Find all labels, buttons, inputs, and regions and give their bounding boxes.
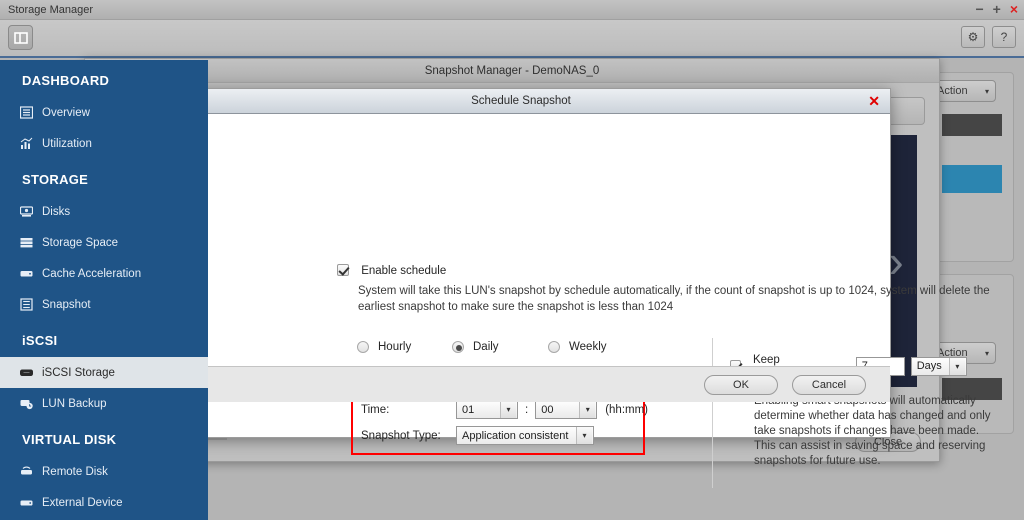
sidebar-item-label: Remote Disk	[42, 466, 108, 478]
snapshot-manager-title: Snapshot Manager - DemoNAS_0	[425, 65, 600, 77]
window-controls: − + ×	[975, 2, 1018, 16]
sidebar-item-label: Overview	[42, 107, 90, 119]
dialog-footer: OK Cancel	[152, 366, 890, 402]
radio-weekly[interactable]: Weekly	[548, 341, 607, 353]
snapshot-icon	[20, 298, 42, 311]
sidebar-section-dashboard: DASHBOARD	[0, 60, 208, 97]
cancel-button[interactable]: Cancel	[792, 375, 866, 395]
sidebar-item-disks[interactable]: Disks	[0, 196, 208, 227]
hourly-label: Hourly	[378, 341, 411, 353]
snapshot-manager-titlebar: Snapshot Manager - DemoNAS_0	[85, 59, 939, 83]
help-icon[interactable]: ?	[992, 26, 1016, 48]
sidebar-item-utilization[interactable]: Utilization	[0, 128, 208, 159]
radio-daily[interactable]: Daily	[452, 341, 548, 353]
iscsi-icon	[20, 366, 42, 379]
os-titlebar: Storage Manager − + ×	[0, 0, 1024, 20]
sidebar-item-label: LUN Backup	[42, 398, 107, 410]
external-device-icon	[20, 496, 42, 509]
chevron-down-icon: ▾	[500, 401, 516, 418]
chevron-down-icon: ▾	[949, 358, 965, 375]
sidebar: DASHBOARD Overview Utilization STORAGE Disks…	[0, 60, 208, 520]
schedule-snapshot-dialog: Schedule Snapshot ✕ Enable schedule Syst…	[151, 88, 891, 438]
sidebar-item-cache-acceleration[interactable]: Cache Acceleration	[0, 258, 208, 289]
disk-icon	[20, 205, 42, 218]
sidebar-item-external-device[interactable]: External Device	[0, 487, 208, 518]
enable-schedule-label: Enable schedule	[361, 265, 446, 277]
keep-for-unit-dropdown[interactable]: Days ▾	[911, 357, 967, 376]
minute-dropdown[interactable]: 00 ▾	[535, 400, 597, 419]
panel-divider	[712, 338, 713, 488]
storage-stack-icon	[20, 236, 42, 249]
minimize-icon[interactable]: −	[975, 2, 983, 16]
sidebar-item-label: External Device	[42, 497, 123, 509]
os-toolbar: ⚙ ?	[0, 20, 1024, 58]
sidebar-item-remote-disk[interactable]: Remote Disk	[0, 456, 208, 487]
sidebar-item-label: Cache Acceleration	[42, 268, 141, 280]
frequency-row-1: Hourly Daily Weekly	[357, 341, 607, 353]
time-format-hint: (hh:mm)	[605, 404, 648, 416]
minute-value: 00	[541, 404, 553, 416]
dialog-title: Schedule Snapshot	[471, 95, 571, 107]
enable-schedule-row[interactable]: Enable schedule	[337, 264, 446, 277]
close-icon[interactable]: ×	[1010, 2, 1018, 16]
app-title: Storage Manager	[8, 4, 93, 16]
snapshot-type-row: Snapshot Type: Application consistent ▾	[361, 426, 594, 445]
sidebar-item-label: Disks	[42, 206, 70, 218]
cache-icon	[20, 267, 42, 280]
bg-header-strip	[942, 114, 1002, 136]
sidebar-item-label: iSCSI Storage	[42, 367, 115, 379]
chevron-down-icon-2: ▾	[985, 349, 989, 358]
snapshot-type-label: Snapshot Type:	[361, 430, 456, 442]
chevron-down-icon: ▾	[576, 427, 592, 444]
sidebar-item-label: Snapshot	[42, 299, 91, 311]
snapshot-type-dropdown[interactable]: Application consistent ▾	[456, 426, 594, 445]
enable-schedule-checkbox[interactable]	[337, 264, 349, 276]
remote-disk-icon	[20, 465, 42, 478]
snapshot-type-value: Application consistent	[462, 430, 568, 442]
maximize-icon[interactable]: +	[993, 2, 1001, 16]
sidebar-section-storage: STORAGE	[0, 159, 208, 196]
enable-schedule-description: System will take this LUN's snapshot by …	[358, 283, 998, 315]
list-panel-icon	[20, 106, 42, 119]
app-root: Storage Manager − + × ⚙ ? Action ▾	[0, 0, 1024, 520]
ok-button[interactable]: OK	[704, 375, 778, 395]
daily-radio-icon[interactable]	[452, 341, 464, 353]
sidebar-item-label: Storage Space	[42, 237, 118, 249]
bg-highlight-strip	[942, 165, 1002, 193]
panel-toggle-icon[interactable]	[8, 25, 33, 50]
sidebar-item-label: Utilization	[42, 138, 92, 150]
chevron-down-icon: ▾	[985, 87, 989, 96]
sidebar-item-storage-space[interactable]: Storage Space	[0, 227, 208, 258]
radio-hourly[interactable]: Hourly	[357, 341, 452, 353]
daily-label: Daily	[473, 341, 499, 353]
time-label: Time:	[361, 404, 456, 416]
time-row: Time: 01 ▾ : 00 ▾ (hh:mm)	[361, 400, 648, 419]
dialog-body: Enable schedule System will take this LU…	[152, 114, 890, 402]
sidebar-item-iscsi-storage[interactable]: iSCSI Storage	[0, 357, 208, 388]
weekly-radio-icon[interactable]	[548, 341, 560, 353]
dialog-titlebar: Schedule Snapshot ✕	[152, 89, 890, 114]
hour-value: 01	[462, 404, 474, 416]
dialog-close-icon[interactable]: ✕	[868, 92, 880, 110]
hourly-radio-icon[interactable]	[357, 341, 369, 353]
sidebar-item-lun-backup[interactable]: LUN Backup	[0, 388, 208, 419]
smart-snapshot-description: Enabling smart snapshots will automatica…	[754, 394, 994, 469]
gear-icon[interactable]: ⚙	[961, 26, 985, 48]
toolbar-right-buttons: ⚙ ?	[961, 26, 1016, 48]
sidebar-item-snapshot[interactable]: Snapshot	[0, 289, 208, 320]
sidebar-item-overview[interactable]: Overview	[0, 97, 208, 128]
bar-chart-icon	[20, 137, 42, 150]
sidebar-section-iscsi: iSCSI	[0, 320, 208, 357]
keep-for-unit-value: Days	[917, 360, 942, 372]
action-dropdown-top-label: Action	[937, 85, 968, 97]
lun-backup-icon	[20, 397, 42, 410]
time-separator: :	[525, 404, 528, 416]
chevron-down-icon: ▾	[579, 401, 595, 418]
hour-dropdown[interactable]: 01 ▾	[456, 400, 518, 419]
sidebar-section-virtual-disk: VIRTUAL DISK	[0, 419, 208, 456]
weekly-label: Weekly	[569, 341, 607, 353]
